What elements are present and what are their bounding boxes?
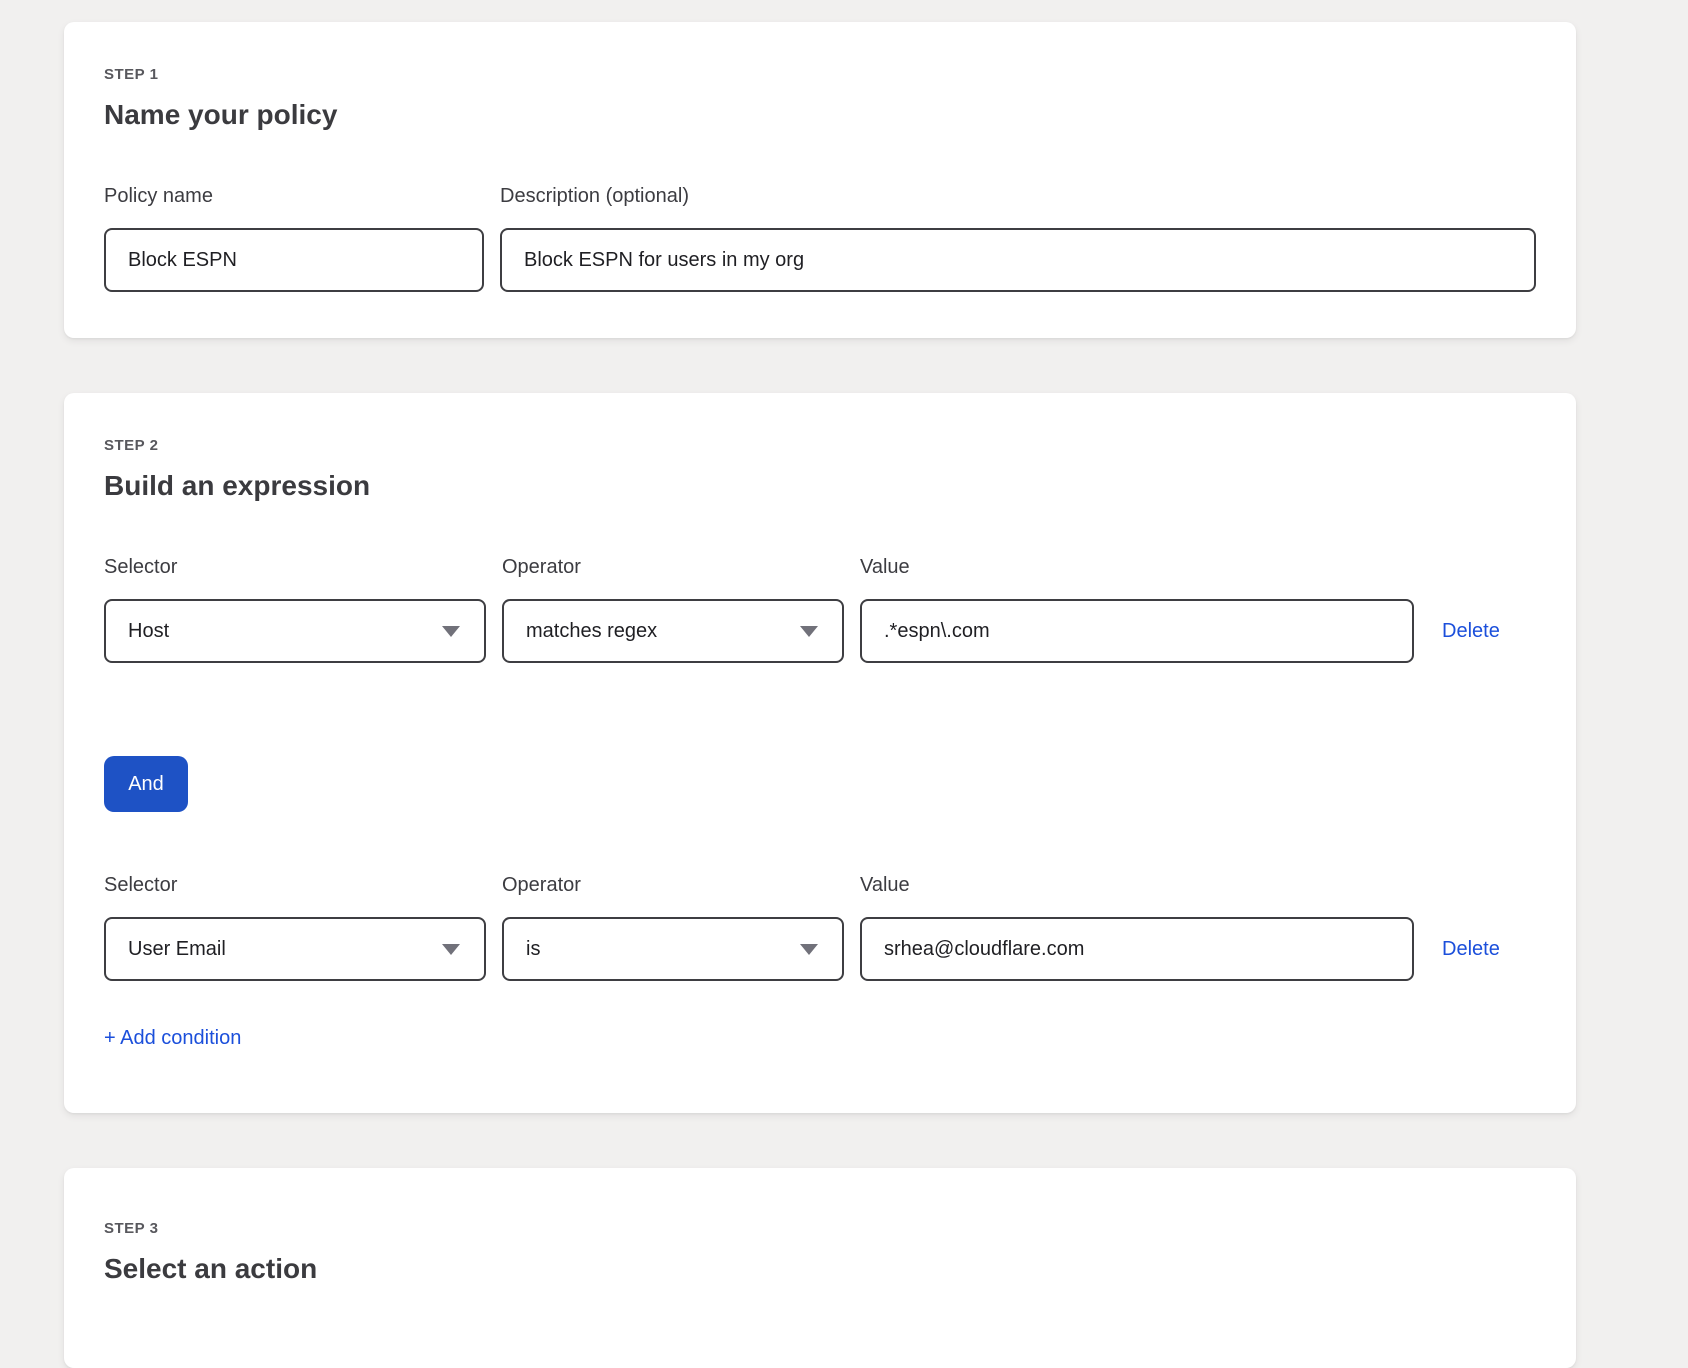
page-background: { "colors": { "page_background": "#f1f0e… xyxy=(0,0,1688,1296)
step1-card: STEP 1 Name your policy Policy name Desc… xyxy=(64,22,1576,338)
condition2-selector-value: User Email xyxy=(128,938,226,961)
condition-row-2: Selector User Email Operator is Value De… xyxy=(104,874,1536,981)
step1-title: Name your policy xyxy=(104,99,1536,131)
condition1-delete-link[interactable]: Delete xyxy=(1442,620,1500,643)
condition2-value-group: Value xyxy=(860,874,1414,981)
and-operator-button[interactable]: And xyxy=(104,756,188,812)
condition2-delete-cell: Delete xyxy=(1430,917,1500,981)
condition1-operator-value: matches regex xyxy=(526,620,657,643)
condition1-value-group: Value xyxy=(860,556,1414,663)
content-area: STEP 1 Name your policy Policy name Desc… xyxy=(0,0,1688,1368)
step2-label: STEP 2 xyxy=(104,437,1536,454)
step2-title: Build an expression xyxy=(104,470,1536,502)
condition2-value-input[interactable] xyxy=(860,917,1414,981)
condition-row-1: Selector Host Operator matches regex Val… xyxy=(104,556,1536,663)
operator-column-label: Operator xyxy=(502,874,844,897)
condition1-selector-value: Host xyxy=(128,620,169,643)
step3-title: Select an action xyxy=(104,1253,1536,1285)
chevron-down-icon xyxy=(442,626,460,637)
chevron-down-icon xyxy=(800,944,818,955)
condition2-delete-link[interactable]: Delete xyxy=(1442,938,1500,961)
value-column-label: Value xyxy=(860,874,1414,897)
operator-column-label: Operator xyxy=(502,556,844,579)
description-label: Description (optional) xyxy=(500,185,1536,208)
step3-card: STEP 3 Select an action xyxy=(64,1168,1576,1368)
selector-column-label: Selector xyxy=(104,556,486,579)
add-condition-link[interactable]: + Add condition xyxy=(104,1027,241,1050)
selector-column-label: Selector xyxy=(104,874,486,897)
condition1-operator-dropdown[interactable]: matches regex xyxy=(502,599,844,663)
condition1-operator-group: Operator matches regex xyxy=(502,556,844,663)
condition1-delete-cell: Delete xyxy=(1430,599,1500,663)
step3-label: STEP 3 xyxy=(104,1220,1536,1237)
policy-name-label: Policy name xyxy=(104,185,484,208)
condition2-operator-dropdown[interactable]: is xyxy=(502,917,844,981)
description-field-group: Description (optional) xyxy=(500,185,1536,292)
condition2-selector-group: Selector User Email xyxy=(104,874,486,981)
policy-name-input[interactable] xyxy=(104,228,484,292)
policy-name-field-group: Policy name xyxy=(104,185,484,292)
condition1-selector-dropdown[interactable]: Host xyxy=(104,599,486,663)
description-input[interactable] xyxy=(500,228,1536,292)
condition2-operator-value: is xyxy=(526,938,540,961)
value-column-label: Value xyxy=(860,556,1414,579)
chevron-down-icon xyxy=(442,944,460,955)
condition1-value-input[interactable] xyxy=(860,599,1414,663)
condition2-selector-dropdown[interactable]: User Email xyxy=(104,917,486,981)
step2-card: STEP 2 Build an expression Selector Host… xyxy=(64,393,1576,1113)
chevron-down-icon xyxy=(800,626,818,637)
condition1-selector-group: Selector Host xyxy=(104,556,486,663)
step1-label: STEP 1 xyxy=(104,66,1536,83)
condition2-operator-group: Operator is xyxy=(502,874,844,981)
step1-fields-row: Policy name Description (optional) xyxy=(104,185,1536,292)
